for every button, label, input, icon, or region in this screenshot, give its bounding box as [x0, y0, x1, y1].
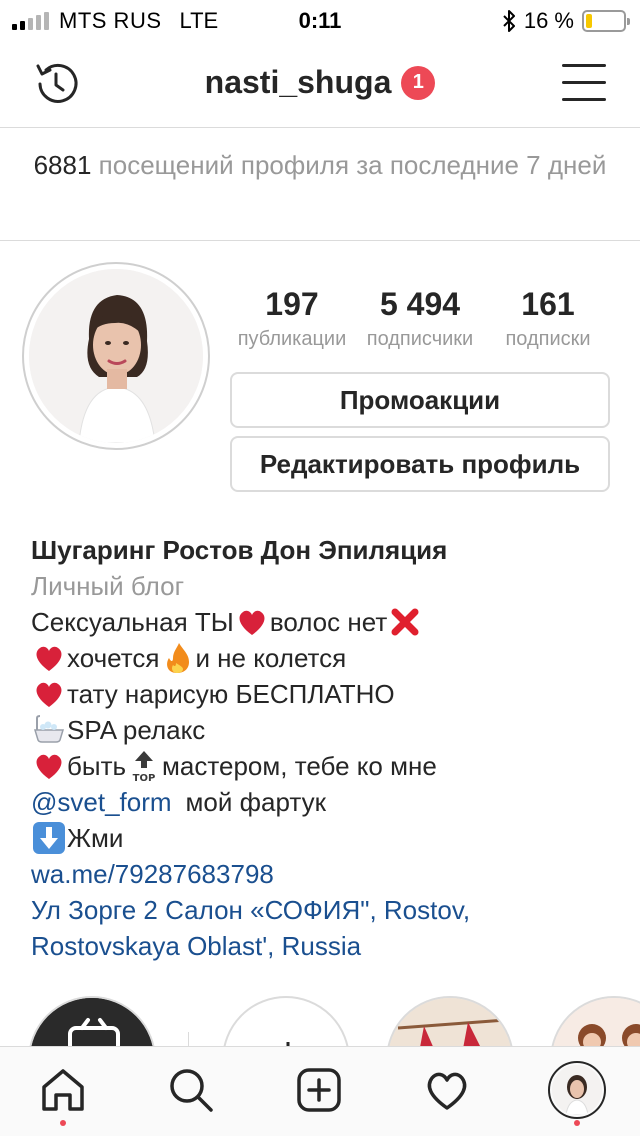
- website-link[interactable]: wa.me/79287683798: [31, 856, 621, 892]
- menu-icon[interactable]: [562, 64, 606, 104]
- heart-emoji-icon: [234, 604, 270, 640]
- battery-percent: 16 %: [523, 8, 574, 33]
- bio-line: хочется и не колется: [31, 640, 621, 676]
- battery-level: [586, 14, 592, 28]
- down-arrow-emoji-icon: [31, 820, 67, 856]
- search-icon[interactable]: [166, 1065, 216, 1115]
- top-arrow-emoji-icon: TOP: [126, 748, 162, 784]
- address-line-2[interactable]: Rostovskaya Oblast', Russia: [31, 928, 621, 964]
- promotions-button[interactable]: Промоакции: [230, 372, 610, 428]
- bottom-tab-bar: [0, 1046, 640, 1136]
- status-right: 16 %: [502, 8, 630, 34]
- home-notification-dot: [60, 1120, 66, 1126]
- heart-emoji-icon: [31, 676, 67, 712]
- bio-line: Сексуальная ТЫ волос нет: [31, 604, 621, 640]
- profile-bio: Шугаринг Ростов Дон Эпиляция Личный блог…: [31, 532, 621, 964]
- bio-line: Жми: [31, 820, 621, 856]
- address-line-1[interactable]: Ул Зорге 2 Салон «СОФИЯ", Rostov,: [31, 892, 621, 928]
- username: nasti_shuga: [204, 64, 392, 100]
- profile-visits-banner[interactable]: 6881 посещений профиля за последние 7 дн…: [0, 129, 640, 241]
- edit-profile-button[interactable]: Редактировать профиль: [230, 436, 610, 492]
- bio-text: быть: [67, 751, 127, 781]
- stat-label: подписки: [505, 328, 591, 350]
- avatar: [552, 1065, 602, 1115]
- stat-posts[interactable]: 197 публикации: [228, 284, 356, 354]
- home-icon[interactable]: [38, 1065, 88, 1115]
- stat-value: 197: [265, 286, 319, 322]
- stat-value: 161: [521, 286, 575, 322]
- svg-text:TOP: TOP: [133, 773, 156, 784]
- bathtub-emoji-icon: [31, 712, 67, 748]
- stat-label: публикации: [237, 328, 347, 350]
- stat-value: 5 494: [379, 286, 461, 322]
- visits-count: 6881: [33, 150, 92, 180]
- profile-name: Шугаринг Ростов Дон Эпиляция: [31, 535, 448, 565]
- bio-text: мой фартук: [185, 787, 326, 817]
- notification-badge: 1: [401, 65, 436, 100]
- bio-text: тату нарисую БЕСПЛАТНО: [67, 679, 395, 709]
- bio-text: Сексуальная ТЫ: [31, 607, 234, 637]
- bio-text: волос нет: [269, 607, 388, 637]
- bio-text: мастером, тебе ко мне: [162, 751, 437, 781]
- bio-text: SPA релакс: [67, 715, 206, 745]
- stat-following[interactable]: 161 подписки: [484, 284, 612, 354]
- battery-icon: [582, 10, 630, 32]
- mention-link[interactable]: @svet_form: [31, 784, 172, 820]
- bio-line: быть TOP мастером, тебе ко мне: [31, 748, 621, 784]
- fire-emoji-icon: [159, 640, 195, 676]
- bio-line: тату нарисую БЕСПЛАТНО: [31, 676, 621, 712]
- profile-notification-dot: [574, 1120, 580, 1126]
- cross-mark-emoji-icon: [387, 604, 423, 640]
- bio-line: @svet_form мой фартук: [31, 784, 621, 820]
- bio-text: Жми: [67, 823, 124, 853]
- stat-label: подписчики: [366, 328, 474, 350]
- status-bar: MTS RUS LTE 0:11 16 %: [0, 0, 640, 40]
- stat-followers[interactable]: 5 494 подписчики: [356, 284, 484, 354]
- bio-line: SPA релакс: [31, 712, 621, 748]
- profile-header: nasti_shuga 1: [0, 40, 640, 128]
- profile-stats: 197 публикации 5 494 подписчики 161 подп…: [228, 284, 612, 354]
- bio-text: хочется: [67, 643, 160, 673]
- heart-emoji-icon: [31, 640, 67, 676]
- username-switcher[interactable]: nasti_shuga 1: [0, 64, 640, 101]
- avatar: [29, 269, 203, 443]
- profile-avatar-large[interactable]: [22, 262, 210, 450]
- heart-icon[interactable]: [422, 1065, 472, 1115]
- profile-category: Личный блог: [31, 571, 185, 601]
- bio-text: и не колется: [195, 643, 347, 673]
- add-post-icon[interactable]: [294, 1065, 344, 1115]
- heart-emoji-icon: [31, 748, 67, 784]
- bluetooth-icon: [503, 10, 515, 32]
- visits-text: посещений профиля за последние 7 дней: [98, 150, 607, 180]
- profile-tab-avatar[interactable]: [548, 1061, 606, 1119]
